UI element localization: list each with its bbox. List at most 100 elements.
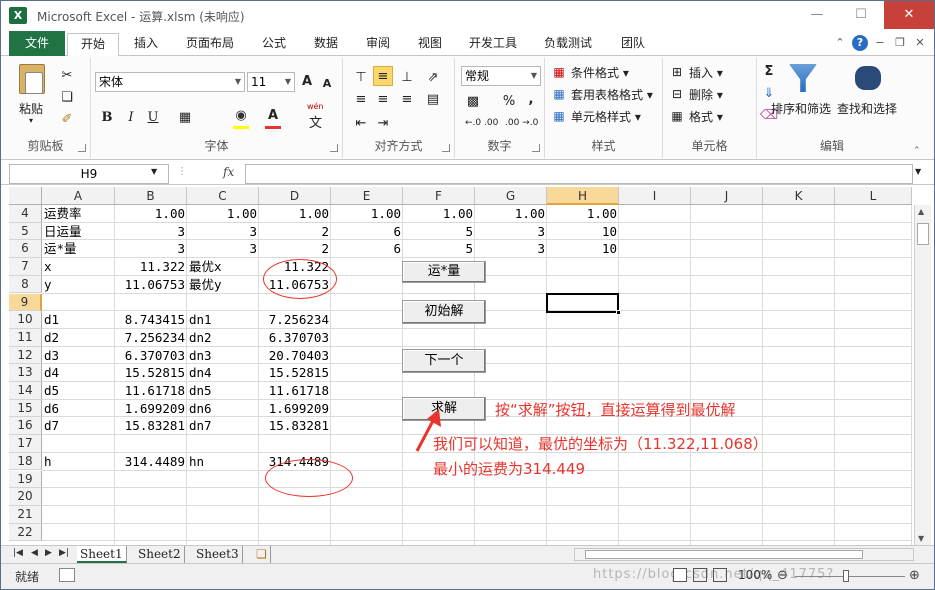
zoom-slider-track[interactable] [795,576,905,577]
name-box-dropdown-icon[interactable]: ▼ [151,167,157,176]
insert-function-button[interactable]: fx [223,165,234,179]
cell-c11[interactable]: dn2 [189,329,212,346]
last-sheet-icon[interactable]: ▶| [59,548,69,558]
page-layout-view-icon[interactable] [693,568,707,582]
yun-liang-button[interactable]: 运*量 [402,261,486,283]
minimize-button[interactable]: — [794,1,840,29]
phonetic-guide-button[interactable]: 文 [309,112,322,131]
horizontal-scrollbar[interactable] [574,548,914,561]
cell-g4[interactable]: 1.00 [477,205,545,222]
tab-insert[interactable]: 插入 [123,33,169,56]
column-header-d[interactable]: D [259,187,331,205]
row-header-14[interactable]: 14 [9,382,42,400]
row-header-10[interactable]: 10 [9,311,42,329]
formula-input[interactable] [245,164,913,184]
cell-c6[interactable]: 3 [189,240,257,257]
cut-icon[interactable]: ✂ [57,66,77,86]
decrease-decimal-button[interactable]: .00 →.0 [505,118,538,128]
cell-a14[interactable]: d5 [44,382,59,399]
cell-styles-button[interactable]: 单元格样式 ▾ [571,108,641,125]
autosum-button[interactable]: Σ [759,62,779,82]
column-header-e[interactable]: E [331,187,403,205]
delete-cells-button[interactable]: 删除 ▾ [689,86,723,103]
cell-g6[interactable]: 3 [477,240,545,257]
percent-button[interactable]: % [499,92,519,112]
cell-d6[interactable]: 2 [261,240,329,257]
tab-data[interactable]: 数据 [305,33,347,56]
cell-b12[interactable]: 6.370703 [117,347,185,364]
cell-a11[interactable]: d2 [44,329,59,346]
row-header-13[interactable]: 13 [9,364,42,382]
cell-f4[interactable]: 1.00 [405,205,473,222]
font-name-select[interactable]: 宋体 ▼ [95,72,245,92]
cell-g5[interactable]: 3 [477,223,545,240]
row-header-9[interactable]: 9 [9,293,42,312]
tab-team[interactable]: 团队 [611,33,655,56]
increase-decimal-button[interactable]: ←.0 .00 [465,118,498,128]
cell-h6[interactable]: 10 [549,240,617,257]
border-icon[interactable]: ▦ [175,108,195,128]
name-box[interactable]: H9 [9,164,169,184]
macro-record-icon[interactable] [59,568,75,582]
row-header-19[interactable]: 19 [9,470,42,489]
copy-icon[interactable]: ❏ [57,88,77,108]
paste-button[interactable]: 粘贴 [19,100,43,117]
column-header-k[interactable]: K [763,187,835,205]
cell-b10[interactable]: 8.743415 [117,311,185,328]
format-painter-icon[interactable]: ✐ [57,110,77,130]
tab-home[interactable]: 开始 [67,33,119,57]
tab-formulas[interactable]: 公式 [253,33,295,56]
horizontal-scroll-thumb[interactable] [585,550,863,559]
row-header-20[interactable]: 20 [9,488,42,506]
cell-h5[interactable]: 10 [549,223,617,240]
row-header-7[interactable]: 7 [9,258,42,276]
font-launcher-icon[interactable] [330,144,338,152]
column-header-j[interactable]: J [691,187,763,205]
initial-solution-button[interactable]: 初始解 [402,300,486,324]
row-header-6[interactable]: 6 [9,240,42,259]
font-size-select[interactable]: 11 ▼ [247,72,295,92]
cell-b7[interactable]: 11.322 [117,258,185,275]
close-button[interactable]: ✕ [884,1,934,29]
italic-button[interactable]: I [121,108,141,128]
underline-button[interactable]: U [143,108,163,128]
row-header-18[interactable]: 18 [9,452,42,471]
format-as-table-button[interactable]: 套用表格格式 ▾ [571,86,653,103]
sheet-tab-2[interactable]: Sheet2 [135,546,185,563]
sheet-tab-1[interactable]: Sheet1 [77,546,127,563]
cell-b6[interactable]: 3 [117,240,185,257]
maximize-button[interactable]: ☐ [838,1,884,29]
cell-d13[interactable]: 15.52815 [261,364,329,381]
number-format-select[interactable]: 常规 ▼ [461,66,541,86]
zoom-level[interactable]: 100% [738,568,772,582]
row-header-15[interactable]: 15 [9,399,42,418]
cell-d11[interactable]: 6.370703 [261,329,329,346]
formula-splitter-icon[interactable]: ⋮ [177,166,187,177]
column-header-l[interactable]: L [835,187,912,205]
insert-sheet-icon[interactable]: ❏ [253,546,271,563]
cell-d15[interactable]: 1.699209 [261,400,329,417]
select-all-corner[interactable] [9,187,42,205]
column-header-b[interactable]: B [115,187,187,205]
cell-c4[interactable]: 1.00 [189,205,257,222]
next-sheet-icon[interactable]: ▶ [45,548,52,558]
next-button[interactable]: 下一个 [402,349,486,373]
cell-f6[interactable]: 5 [405,240,473,257]
sort-filter-button[interactable]: 排序和筛选 [771,100,831,117]
normal-view-icon[interactable] [673,568,687,582]
cell-a4[interactable]: 运费率 [44,205,82,222]
cell-a16[interactable]: d7 [44,417,59,434]
cell-a10[interactable]: d1 [44,311,59,328]
column-header-c[interactable]: C [187,187,259,205]
align-right-icon[interactable]: ≡ [397,90,417,110]
active-cell-selection[interactable] [546,293,621,315]
minimize-ribbon-icon[interactable]: ⌃ [832,35,848,51]
cell-a6[interactable]: 运*量 [44,240,77,257]
cell-c16[interactable]: dn7 [189,417,212,434]
cell-c10[interactable]: dn1 [189,311,212,328]
paste-dropdown-icon[interactable]: ▾ [29,116,33,125]
tab-file[interactable]: 文件 [9,31,65,56]
format-cells-button[interactable]: 格式 ▾ [689,108,723,125]
merge-center-icon[interactable]: ▤ [423,90,443,110]
cell-b8[interactable]: 11.06753 [117,276,185,293]
